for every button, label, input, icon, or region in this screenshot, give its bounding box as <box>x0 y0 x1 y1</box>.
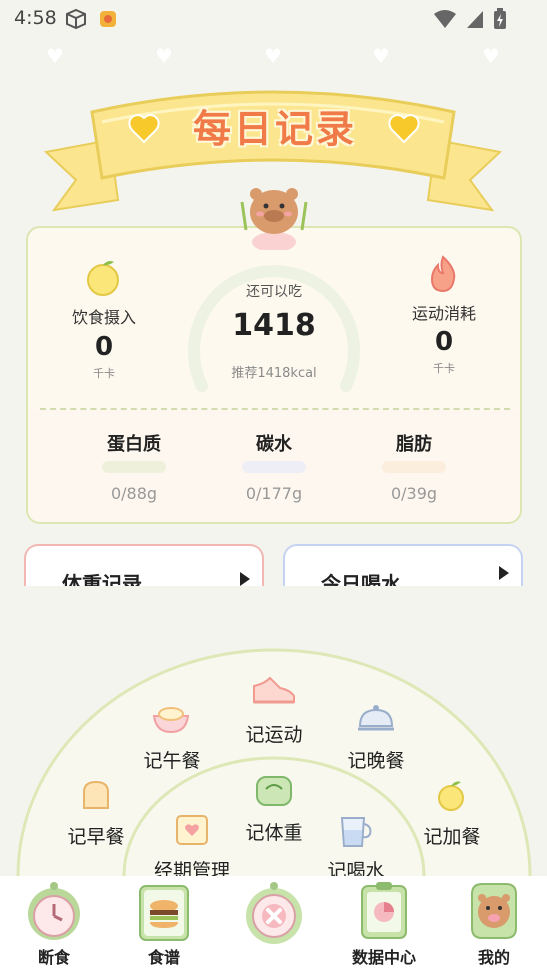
heart-decoration-icon: ♥ <box>155 44 173 68</box>
status-time: 4:58 <box>14 7 57 29</box>
clipboard-chart-icon <box>361 882 407 939</box>
log-snack-button[interactable]: 记加餐 <box>406 822 498 849</box>
nav-data-center[interactable]: 数据中心 <box>344 876 424 972</box>
wifi-icon <box>434 10 456 28</box>
cell-signal-icon <box>467 11 483 28</box>
nav-label-profile: 我的 <box>477 948 510 967</box>
close-icon <box>246 882 302 944</box>
log-weight-button[interactable]: 记体重 <box>228 818 320 845</box>
dish-cover-icon <box>358 705 394 731</box>
capybara-mascot-icon <box>240 188 308 250</box>
heart-decoration-icon: ♥ <box>482 44 500 68</box>
page-title: 每日记录 <box>192 107 357 151</box>
chevron-right-icon <box>240 572 250 586</box>
log-breakfast-button[interactable]: 记早餐 <box>50 822 142 849</box>
heart-decoration-icon: ♥ <box>372 44 390 68</box>
fat-bar <box>382 461 446 473</box>
intake-unit: 千卡 <box>93 367 115 380</box>
nav-recipes[interactable]: 食谱 <box>124 876 204 972</box>
nav-label-data-center: 数据中心 <box>351 948 416 967</box>
battery-charging-icon <box>494 8 506 29</box>
heart-decoration-icon: ♥ <box>264 44 282 68</box>
carbs-bar <box>242 461 306 473</box>
nav-label-fasting: 断食 <box>37 948 70 967</box>
period-calendar-icon <box>176 815 208 845</box>
status-bar: 4:58 <box>0 0 547 38</box>
burn-unit: 千卡 <box>433 362 455 375</box>
toast-icon <box>83 780 109 809</box>
log-dinner-button[interactable]: 记晚餐 <box>330 746 422 773</box>
protein-label: 蛋白质 <box>107 434 161 455</box>
nav-label-recipes: 食谱 <box>147 948 180 967</box>
sneaker-icon <box>253 676 295 704</box>
water-record-card[interactable]: 今日喝水 <box>283 544 523 592</box>
flame-icon <box>430 255 456 293</box>
nav-profile[interactable]: 我的 <box>454 876 534 972</box>
heart-decoration-icon: ♥ <box>46 44 64 68</box>
carbs-label: 碳水 <box>256 434 292 455</box>
intake-value: 0 <box>94 332 114 362</box>
weight-scale-icon <box>256 776 292 806</box>
status-icons <box>433 8 507 30</box>
recommended-kcal: 推荐1418kcal <box>231 366 317 381</box>
bottom-nav: 断食 食谱 数据中心 我的 <box>0 876 547 972</box>
alarm-clock-icon <box>28 882 80 940</box>
lemon-snack-icon <box>438 781 464 811</box>
fat-label: 脂肪 <box>396 434 432 455</box>
carbs-value: 0/177g <box>245 484 303 503</box>
card-divider <box>40 408 510 410</box>
protein-bar <box>102 461 166 473</box>
water-glass-icon <box>340 817 372 847</box>
intake-label: 饮食摄入 <box>71 308 136 327</box>
log-lunch-button[interactable]: 记午餐 <box>126 746 218 773</box>
remaining-label: 还可以吃 <box>246 284 302 300</box>
nav-close-menu[interactable] <box>234 876 314 972</box>
burn-value: 0 <box>434 327 454 357</box>
remaining-value: 1418 <box>232 308 316 343</box>
burn-label: 运动消耗 <box>411 304 476 323</box>
recipe-book-icon <box>139 885 189 941</box>
lemon-icon <box>87 261 119 296</box>
capybara-avatar-icon <box>471 883 517 939</box>
app-notification-icon <box>100 11 116 27</box>
cube-icon <box>66 8 86 30</box>
bowl-icon <box>152 707 190 734</box>
chevron-right-icon <box>499 566 509 580</box>
weight-record-card[interactable]: 体重记录 <box>24 544 264 592</box>
nav-fasting[interactable]: 断食 <box>14 876 94 972</box>
protein-value: 0/88g <box>110 484 158 503</box>
fat-value: 0/39g <box>390 484 438 503</box>
log-exercise-button[interactable]: 记运动 <box>224 720 324 747</box>
